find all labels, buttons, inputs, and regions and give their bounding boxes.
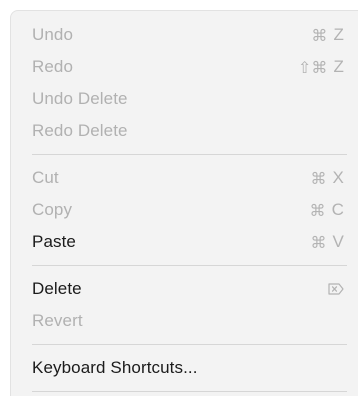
menu-item-label: Undo Delete — [32, 89, 128, 108]
command-key-icon: ⌘ — [310, 168, 327, 188]
shortcut-key: Z — [333, 57, 344, 76]
menu-item-undo[interactable]: Undo ⌘ Z — [11, 19, 358, 51]
menu-item-label: Paste — [32, 232, 76, 251]
menu-item-copy[interactable]: Copy ⌘ C — [11, 194, 358, 226]
shortcut-key: V — [332, 232, 344, 251]
menu-item-label: Keyboard Shortcuts... — [32, 358, 198, 377]
menu-item-revert[interactable]: Revert — [11, 305, 358, 337]
shortcut-hint: ⌘ V — [310, 232, 344, 252]
menu-item-paste[interactable]: Paste ⌘ V — [11, 226, 358, 258]
menu-item-label: Cut — [32, 168, 59, 187]
menu-item-label: Revert — [32, 311, 83, 330]
menu-item-redo[interactable]: Redo ⇧⌘ Z — [11, 51, 358, 83]
shift-command-key-icon: ⇧⌘ — [297, 57, 328, 77]
command-key-icon: ⌘ — [310, 232, 327, 252]
menu-item-redo-delete[interactable]: Redo Delete — [11, 115, 358, 147]
menu-item-delete[interactable]: Delete — [11, 273, 358, 305]
shortcut-key: C — [331, 200, 344, 219]
menu-item-label: Redo Delete — [32, 121, 128, 140]
menu-item-cut[interactable]: Cut ⌘ X — [11, 162, 358, 194]
menu-separator — [32, 344, 347, 345]
menu-separator — [32, 265, 347, 266]
menu-item-label: Delete — [32, 279, 82, 298]
menu-item-label: Undo — [32, 25, 74, 44]
shortcut-hint: ⌘ C — [310, 200, 345, 220]
menu-item-label: Redo — [32, 57, 74, 76]
menu-item-undo-delete[interactable]: Undo Delete — [11, 83, 358, 115]
menu-item-keyboard-shortcuts[interactable]: Keyboard Shortcuts... — [11, 352, 358, 384]
menu-separator — [32, 154, 347, 155]
shortcut-key: X — [332, 168, 344, 187]
menu-separator — [32, 391, 347, 392]
command-key-icon: ⌘ — [311, 25, 328, 45]
command-key-icon: ⌘ — [309, 200, 326, 220]
shortcut-hint: ⌘ Z — [311, 25, 344, 45]
shortcut-key: Z — [333, 25, 344, 44]
delete-forward-icon — [328, 283, 344, 295]
context-menu: Undo ⌘ Z Redo ⇧⌘ Z Undo Delete Redo Dele… — [10, 10, 358, 396]
shortcut-hint: ⇧⌘ Z — [298, 57, 344, 77]
shortcut-hint: ⌘ X — [310, 168, 344, 188]
menu-item-label: Copy — [32, 200, 73, 219]
